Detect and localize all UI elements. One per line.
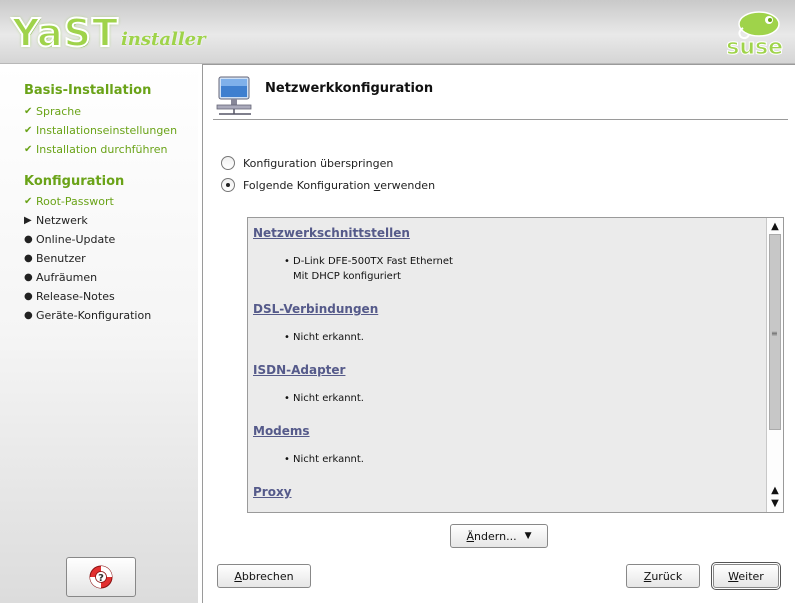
step-label: Benutzer — [36, 252, 86, 265]
abort-button[interactable]: Abbrechen — [217, 564, 311, 588]
checkmark-icon: ✔ — [24, 125, 33, 136]
help-button[interactable]: ? — [66, 557, 136, 597]
suse-logo: suse — [717, 6, 785, 61]
section-title-konfiguration: Konfiguration — [24, 174, 125, 189]
bullet-icon: ● — [24, 234, 33, 245]
list-item: • D-Link DFE-500TX Fast Ethernet — [284, 256, 453, 267]
step-installationseinstellungen: ✔ Installationseinstellungen — [24, 124, 177, 137]
step-geraete-konfiguration: ● Geräte-Konfiguration — [24, 309, 151, 322]
step-label: Installation durchführen — [36, 143, 168, 156]
bullet-icon: ● — [24, 253, 33, 264]
suse-word: suse — [726, 35, 784, 61]
heading-netzwerkschnittstellen[interactable]: Netzwerkschnittstellen — [253, 226, 410, 240]
step-label: Installationseinstellungen — [36, 124, 178, 137]
step-installation-durchfuehren: ✔ Installation durchführen — [24, 143, 168, 156]
page-title: Netzwerkkonfiguration — [265, 81, 434, 96]
step-netzwerk: ▶ Netzwerk — [24, 214, 88, 227]
change-button[interactable]: Ändern... ▼ — [450, 524, 548, 548]
step-sidebar: Basis-Installation ✔ Sprache ✔ Installat… — [0, 64, 198, 603]
summary-content: Netzwerkschnittstellen • D-Link DFE-500TX… — [248, 218, 766, 512]
back-button[interactable]: Zurück — [626, 564, 700, 588]
help-lifebuoy-icon: ? — [89, 565, 113, 589]
logo-sub-text: installer — [120, 29, 206, 50]
radio-label: Folgende Konfiguration verwenden — [243, 178, 436, 192]
checkmark-icon: ✔ — [24, 196, 33, 207]
abort-label: Abbrechen — [234, 569, 294, 583]
next-button[interactable]: Weiter — [711, 562, 781, 590]
title-divider — [213, 119, 788, 120]
step-label: Geräte-Konfiguration — [36, 309, 152, 322]
heading-proxy[interactable]: Proxy — [253, 485, 292, 499]
radio-label: Konfiguration überspringen — [243, 156, 394, 170]
step-label: Sprache — [36, 105, 82, 118]
step-sprache: ✔ Sprache — [24, 105, 81, 118]
radio-circle — [221, 156, 235, 170]
yast-installer-logo: YaST installer — [11, 6, 206, 56]
scroll-down-arrow-icon[interactable]: ▼ — [768, 497, 782, 510]
list-item: • Nicht erkannt. — [284, 454, 364, 465]
scroll-up-arrow-icon[interactable]: ▲ — [768, 484, 782, 497]
svg-text:?: ? — [98, 573, 104, 584]
step-aufraeumen: ● Aufräumen — [24, 271, 97, 284]
step-benutzer: ● Benutzer — [24, 252, 86, 265]
heading-dsl-verbindungen[interactable]: DSL-Verbindungen — [253, 302, 378, 316]
network-computer-icon — [216, 76, 252, 115]
step-online-update: ● Online-Update — [24, 233, 115, 246]
bullet-icon: ● — [24, 310, 33, 321]
radio-circle-checked — [221, 178, 235, 192]
list-item: • Nicht erkannt. — [284, 332, 364, 343]
back-label: Zurück — [643, 569, 683, 583]
configuration-summary-view[interactable]: Netzwerkschnittstellen • D-Link DFE-500TX… — [247, 217, 784, 513]
checkmark-icon: ✔ — [24, 144, 33, 155]
header-bar: YaST installer suse — [0, 0, 795, 64]
step-label: Root-Passwort — [36, 195, 114, 208]
step-root-passwort: ✔ Root-Passwort — [24, 195, 114, 208]
logo-main-text: YaST — [11, 10, 119, 56]
step-label: Release-Notes — [36, 290, 115, 303]
dropdown-arrow-icon: ▼ — [524, 531, 532, 541]
step-label: Netzwerk — [36, 214, 88, 227]
radio-use-configuration[interactable]: Folgende Konfiguration verwenden — [221, 178, 435, 192]
step-release-notes: ● Release-Notes — [24, 290, 115, 303]
grip-icon: ≡ — [771, 329, 778, 338]
bullet-icon: ● — [24, 291, 33, 302]
next-label: Weiter — [728, 569, 764, 583]
radio-skip-configuration[interactable]: Konfiguration überspringen — [221, 156, 393, 170]
vertical-scrollbar[interactable]: ▲ ≡ ▲ ▼ — [766, 218, 783, 512]
step-label: Online-Update — [36, 233, 116, 246]
step-label: Aufräumen — [36, 271, 98, 284]
main-panel: Netzwerkkonfiguration Konfiguration über… — [202, 64, 795, 603]
scrollbar-thumb[interactable]: ≡ — [769, 234, 781, 430]
change-label: Ändern... — [466, 529, 517, 543]
heading-modems[interactable]: Modems — [253, 424, 310, 438]
list-item-detail: Mit DHCP konfiguriert — [293, 271, 401, 282]
scroll-up-arrow-icon[interactable]: ▲ — [768, 220, 782, 233]
list-item: • Nicht erkannt. — [284, 393, 364, 404]
current-arrow-icon: ▶ — [24, 215, 32, 226]
heading-isdn-adapter[interactable]: ISDN-Adapter — [253, 363, 345, 377]
checkmark-icon: ✔ — [24, 106, 33, 117]
section-title-basis: Basis-Installation — [24, 83, 152, 98]
bullet-icon: ● — [24, 272, 33, 283]
